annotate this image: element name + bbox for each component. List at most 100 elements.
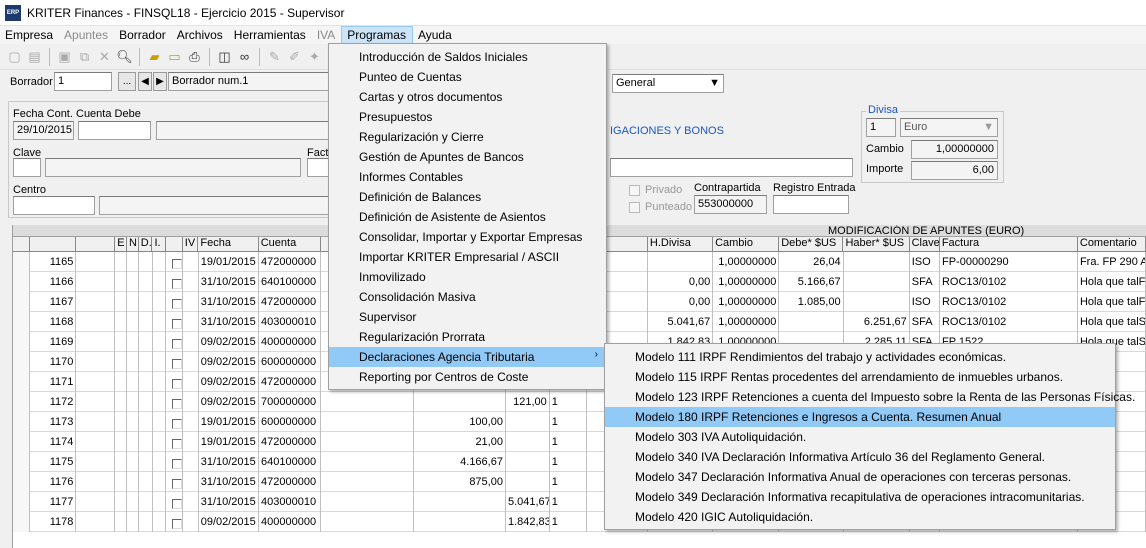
- fecha-input[interactable]: 29/10/2015: [13, 121, 74, 140]
- cell-ck[interactable]: [166, 412, 184, 432]
- programas-item[interactable]: Presupuestos: [329, 107, 606, 127]
- cell-ck[interactable]: [166, 312, 184, 332]
- edit-icon[interactable]: ✐: [286, 48, 303, 65]
- row-checkbox[interactable]: [172, 279, 183, 289]
- row-checkbox[interactable]: [172, 299, 183, 309]
- grid-header-cell[interactable]: Haber* $US: [843, 237, 910, 252]
- grid-header-cell[interactable]: Factura: [940, 237, 1078, 252]
- importe-input[interactable]: 6,00: [911, 161, 998, 180]
- cell-ck[interactable]: [166, 352, 184, 372]
- new-doc-icon[interactable]: ▢: [6, 48, 23, 65]
- grid-header-cell[interactable]: Fecha: [198, 237, 259, 252]
- grid-header-cell[interactable]: IV: [183, 237, 199, 252]
- folder-icon[interactable]: ▰: [146, 48, 163, 65]
- programas-item[interactable]: Introducción de Saldos Iniciales: [329, 47, 606, 67]
- open-doc-icon[interactable]: ▤: [26, 48, 43, 65]
- delete-icon[interactable]: ✕: [96, 48, 113, 65]
- punteado-checkbox[interactable]: [629, 202, 640, 213]
- modelo-item[interactable]: Modelo 340 IVA Declaración Informativa A…: [605, 447, 1115, 467]
- menu-ayuda[interactable]: Ayuda: [413, 26, 458, 44]
- grid-header-cell[interactable]: Cuenta: [259, 237, 321, 252]
- row-checkbox[interactable]: [172, 359, 183, 369]
- wand-icon[interactable]: ✎: [266, 48, 283, 65]
- programas-item[interactable]: Cartas y otros documentos: [329, 87, 606, 107]
- modelo-item[interactable]: Modelo 111 IRPF Rendimientos del trabajo…: [605, 347, 1115, 367]
- cambio-input[interactable]: 1,00000000: [911, 140, 998, 159]
- cell-ck[interactable]: [166, 472, 184, 492]
- menu-herramientas[interactable]: Herramientas: [229, 26, 312, 44]
- cuenta-debe-input[interactable]: [78, 121, 151, 140]
- menu-iva[interactable]: IVA: [312, 26, 341, 44]
- programas-item[interactable]: Definición de Balances: [329, 187, 606, 207]
- programas-item[interactable]: Declaraciones Agencia Tributaria ›: [329, 347, 606, 367]
- cell-ck[interactable]: [166, 492, 184, 512]
- cell-ck[interactable]: [166, 392, 184, 412]
- programas-item[interactable]: Importar KRITER Empresarial / ASCII: [329, 247, 606, 267]
- save-icon[interactable]: ▣: [56, 48, 73, 65]
- programas-item[interactable]: Consolidación Masiva: [329, 287, 606, 307]
- grid-header-cell[interactable]: E: [115, 237, 128, 252]
- centro-input[interactable]: [13, 196, 95, 215]
- cell-ck[interactable]: [166, 332, 184, 352]
- cell-ck[interactable]: [166, 452, 184, 472]
- grid-header-cell[interactable]: N: [127, 237, 139, 252]
- row-checkbox[interactable]: [172, 419, 183, 429]
- registro-input[interactable]: [773, 195, 849, 214]
- modelo-item[interactable]: Modelo 349 Declaración Informativa recap…: [605, 487, 1115, 507]
- grid-header-cell[interactable]: [30, 237, 77, 252]
- menu-apuntes[interactable]: Apuntes: [59, 26, 114, 44]
- binoculars-icon[interactable]: ∞: [236, 48, 253, 65]
- divisa-code-input[interactable]: 1: [866, 118, 896, 137]
- cell-ck[interactable]: [166, 292, 184, 312]
- modelo-item[interactable]: Modelo 347 Declaración Informativa Anual…: [605, 467, 1115, 487]
- programas-item[interactable]: Gestión de Apuntes de Bancos: [329, 147, 606, 167]
- row-checkbox[interactable]: [172, 319, 183, 329]
- contrapartida-input[interactable]: 553000000: [694, 195, 767, 214]
- row-checkbox[interactable]: [172, 259, 183, 269]
- programas-item[interactable]: Regularización Prorrata: [329, 327, 606, 347]
- grid-header-cell[interactable]: I.: [152, 237, 167, 252]
- cell-ck[interactable]: [166, 432, 184, 452]
- row-checkbox[interactable]: [172, 519, 183, 529]
- modelo-item[interactable]: Modelo 180 IRPF Retenciones e Ingresos a…: [605, 407, 1115, 427]
- programas-item[interactable]: Consolidar, Importar y Exportar Empresas: [329, 227, 606, 247]
- grid-header-cell[interactable]: Cambio: [713, 237, 780, 252]
- programas-item[interactable]: Punteo de Cuentas: [329, 67, 606, 87]
- clave-input[interactable]: [13, 158, 41, 177]
- programas-item[interactable]: Supervisor: [329, 307, 606, 327]
- grid-header-cell[interactable]: Clave: [910, 237, 940, 252]
- programas-item[interactable]: Reporting por Centros de Coste: [329, 367, 606, 387]
- grid-header-cell[interactable]: H.Divisa: [648, 237, 714, 252]
- cell-ck[interactable]: [166, 512, 184, 532]
- grid-header-cell[interactable]: Debe* $US: [779, 237, 844, 252]
- grid-header-cell[interactable]: [76, 237, 116, 252]
- copy-icon[interactable]: ⧉: [76, 48, 93, 65]
- cell-ck[interactable]: [166, 252, 184, 272]
- programas-item[interactable]: Informes Contables: [329, 167, 606, 187]
- programas-item[interactable]: Inmovilizado: [329, 267, 606, 287]
- grid-header-cell[interactable]: Comentario: [1078, 237, 1146, 252]
- row-checkbox[interactable]: [172, 459, 183, 469]
- menu-programas[interactable]: Programas: [341, 26, 413, 44]
- new-folder-icon[interactable]: ▭: [166, 48, 183, 65]
- prev-borrador-button[interactable]: ◀: [138, 72, 152, 91]
- grid-header-cell[interactable]: D.: [139, 237, 153, 252]
- row-checkbox[interactable]: [172, 479, 183, 489]
- factura-input[interactable]: [307, 158, 330, 177]
- borrador-input[interactable]: 1: [54, 72, 112, 91]
- menu-empresa[interactable]: Empresa: [0, 26, 59, 44]
- menu-borrador[interactable]: Borrador: [114, 26, 172, 44]
- borrador-type-select[interactable]: General ▼: [612, 74, 724, 93]
- modelo-item[interactable]: Modelo 303 IVA Autoliquidación.: [605, 427, 1115, 447]
- modelo-item[interactable]: Modelo 123 IRPF Retenciones a cuenta del…: [605, 387, 1135, 407]
- cell-ck[interactable]: [166, 272, 184, 292]
- cell-ck[interactable]: [166, 372, 184, 392]
- row-checkbox[interactable]: [172, 439, 183, 449]
- menu-archivos[interactable]: Archivos: [172, 26, 229, 44]
- row-checkbox[interactable]: [172, 379, 183, 389]
- factura-ext-input[interactable]: [610, 158, 853, 177]
- grid-header-cell[interactable]: [13, 237, 30, 252]
- modelo-item[interactable]: Modelo 420 IGIC Autoliquidación.: [605, 507, 1115, 527]
- preview-icon[interactable]: 🔍︎: [116, 48, 133, 65]
- row-checkbox[interactable]: [172, 339, 183, 349]
